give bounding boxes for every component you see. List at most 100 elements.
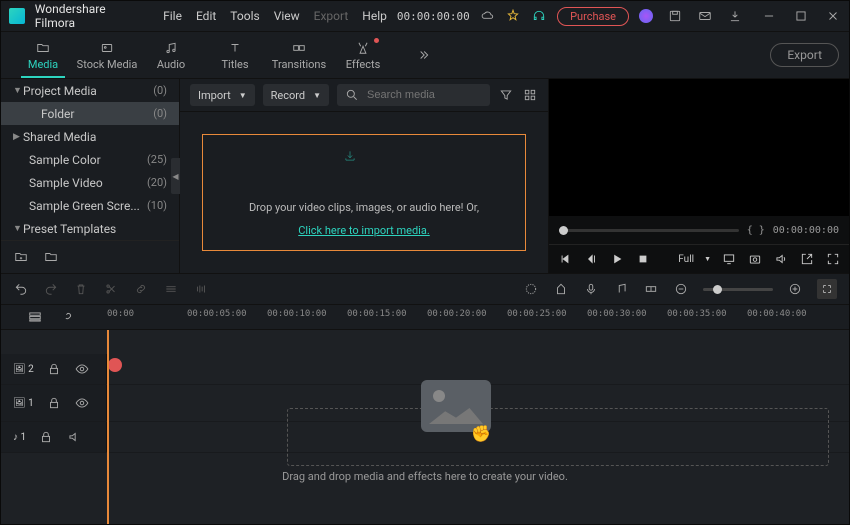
mail-icon[interactable] [697,8,713,24]
lock-icon[interactable] [46,395,62,411]
marker-icon[interactable] [553,281,569,297]
menu-file[interactable]: File [163,9,182,23]
timeline-marker[interactable] [108,358,122,372]
download-icon[interactable] [727,8,743,24]
tab-titles-label: Titles [221,58,248,71]
zoom-slider[interactable] [703,288,773,291]
playhead[interactable] [107,330,109,524]
fullscreen-icon[interactable] [825,251,841,267]
cloud-icon[interactable] [480,8,496,24]
ruler-tick: 00:00:10:00 [267,309,327,319]
ruler-tick: 00:00:25:00 [507,309,567,319]
tip-icon[interactable] [506,8,522,24]
minimize-icon[interactable] [761,8,777,24]
close-icon[interactable] [825,8,841,24]
link-icon[interactable] [133,281,149,297]
step-back-icon[interactable] [583,251,599,267]
popout-icon[interactable] [799,251,815,267]
record-dropdown[interactable]: Record ▼ [263,84,329,106]
tab-stock-media[interactable]: Stock Media [75,34,139,76]
mic-icon[interactable] [583,281,599,297]
stop-icon[interactable] [635,251,651,267]
dropzone-text: Drop your video clips, images, or audio … [249,201,479,214]
audio-mixer-icon[interactable] [613,281,629,297]
effects-icon [355,40,371,56]
visibility-icon[interactable] [74,361,90,377]
grid-view-icon[interactable] [522,87,538,103]
account-icon[interactable] [639,9,653,23]
sidebar-label: Folder [41,107,153,121]
menu-view[interactable]: View [274,9,300,23]
volume-icon[interactable] [773,251,789,267]
search-media[interactable] [337,84,490,106]
media-sidebar: ▼ Project Media (0) Folder (0) ▶ Shared … [1,79,180,273]
import-label: Import [198,89,231,102]
play-icon[interactable] [609,251,625,267]
timeline-toolbar [1,273,849,305]
display-icon[interactable] [721,251,737,267]
filter-icon[interactable] [498,87,514,103]
sidebar-item-preset-templates[interactable]: ▼ Preset Templates [1,217,179,240]
sidebar-item-shared-media[interactable]: ▶ Shared Media [1,125,179,148]
new-folder-icon[interactable] [13,249,29,265]
lock-icon[interactable] [46,361,62,377]
sidebar-item-project-media[interactable]: ▼ Project Media (0) [1,79,179,102]
media-dropzone[interactable]: Drop your video clips, images, or audio … [202,134,526,251]
visibility-icon[interactable] [74,395,90,411]
sidebar-count: (25) [147,153,167,166]
fit-icon[interactable] [817,279,837,299]
purchase-button[interactable]: Purchase [557,7,629,26]
tab-titles[interactable]: Titles [203,34,267,76]
menu-export[interactable]: Export [314,9,349,23]
audio-icon [163,40,179,56]
import-media-link[interactable]: Click here to import media. [298,224,429,237]
more-tabs-icon[interactable] [415,47,431,63]
folder-icon[interactable] [43,249,59,265]
media-toolbar: Import ▼ Record ▼ [180,79,548,112]
search-input[interactable] [365,88,482,102]
tab-audio[interactable]: Audio [139,34,203,76]
sidebar-item-sample-video[interactable]: Sample Video (20) [1,171,179,194]
tab-transitions[interactable]: Transitions [267,34,331,76]
zoom-out-icon[interactable] [673,281,689,297]
snapshot-icon[interactable] [747,251,763,267]
timeline-ruler[interactable]: 00:00 00:00:05:00 00:00:10:00 00:00:15:0… [1,305,849,330]
lock-icon[interactable] [38,429,54,445]
tab-media[interactable]: Media [11,34,75,76]
stock-icon [99,40,115,56]
sidebar-item-folder[interactable]: Folder (0) [1,102,179,125]
import-dropdown[interactable]: Import ▼ [190,84,255,106]
mute-icon[interactable] [66,429,82,445]
crop-icon[interactable] [163,281,179,297]
zoom-in-icon[interactable] [787,281,803,297]
sidebar-count: (0) [153,84,167,97]
quality-dropdown[interactable]: Full [678,254,694,265]
headphone-icon[interactable] [531,8,547,24]
speed-icon[interactable] [193,281,209,297]
magnet-icon[interactable] [59,309,75,325]
undo-icon[interactable] [13,281,29,297]
tab-effects[interactable]: Effects [331,34,395,76]
split-icon[interactable] [103,281,119,297]
prev-frame-icon[interactable] [557,251,573,267]
track-manager-icon[interactable] [27,309,43,325]
sidebar-item-sample-color[interactable]: Sample Color (25) [1,148,179,171]
timeline-drop-target[interactable] [287,408,829,466]
save-icon[interactable] [667,8,683,24]
menu-edit[interactable]: Edit [196,9,216,23]
sidebar-label: Shared Media [23,130,167,144]
media-icon [35,40,51,56]
ruler-tick: 00:00:30:00 [587,309,647,319]
collapse-sidebar-handle[interactable]: ◀ [171,158,180,194]
delete-icon[interactable] [73,281,89,297]
menu-help[interactable]: Help [362,9,387,23]
chevron-down-icon: ▼ [13,223,23,234]
export-button[interactable]: Export [770,43,839,67]
redo-icon[interactable] [43,281,59,297]
color-icon[interactable] [523,281,539,297]
sidebar-item-sample-green[interactable]: Sample Green Scre... (10) [1,194,179,217]
menu-tools[interactable]: Tools [230,9,259,23]
maximize-icon[interactable] [793,8,809,24]
preview-seekbar[interactable] [559,229,739,232]
keyframe-icon[interactable] [643,281,659,297]
